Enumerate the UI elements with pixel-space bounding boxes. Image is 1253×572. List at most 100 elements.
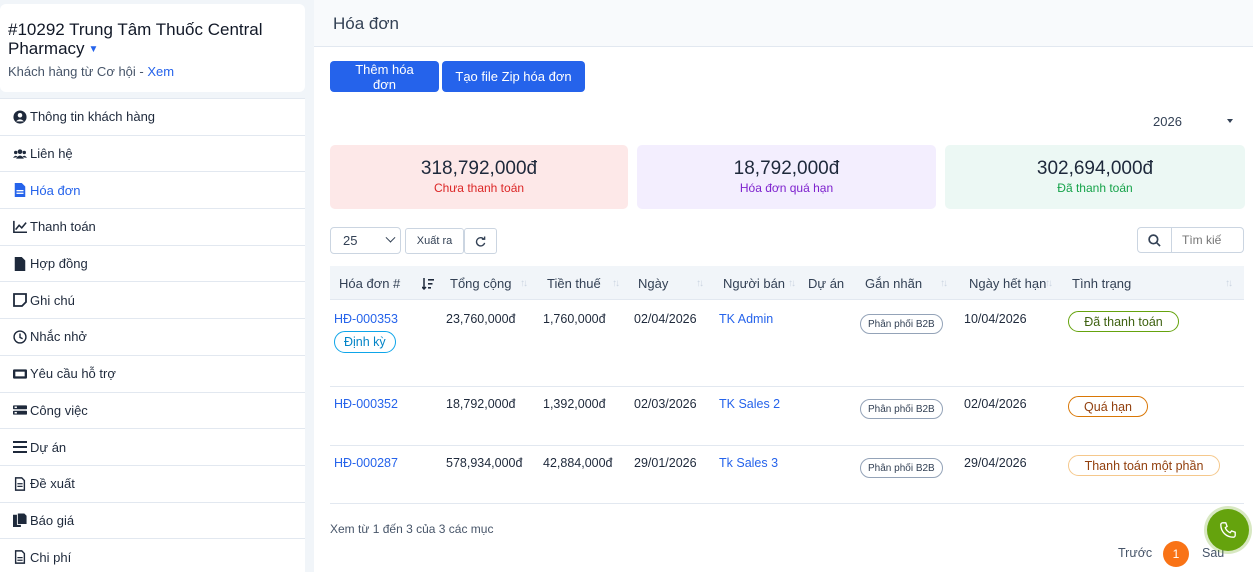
customer-card: #10292 Trung Tâm Thuốc Central Pharmacy ▼… <box>0 4 305 92</box>
table-row: HĐ-000353 Định kỳ 23,760,000đ 1,760,000đ… <box>330 301 1244 387</box>
pagination-page-1[interactable]: 1 <box>1163 541 1189 567</box>
view-lead-link[interactable]: Xem <box>147 64 174 79</box>
invoice-due-date: 29/04/2026 <box>964 456 1027 470</box>
file-invoice-icon <box>12 182 28 198</box>
sort-icon[interactable]: ↑↓ <box>1045 278 1053 289</box>
year-select[interactable]: 2026 <box>1153 114 1233 129</box>
year-value: 2026 <box>1153 114 1182 129</box>
stat-unpaid-label: Chưa thanh toán <box>433 181 525 195</box>
stat-unpaid: 318,792,000đ Chưa thanh toán <box>330 145 628 209</box>
invoice-due-date: 10/04/2026 <box>964 312 1027 326</box>
tag-badge: Phân phối B2B <box>860 458 943 478</box>
invoice-due-date: 02/04/2026 <box>964 397 1027 411</box>
export-button[interactable]: Xuất ra <box>405 228 464 254</box>
customer-title-text: #10292 Trung Tâm Thuốc Central Pharmacy <box>8 20 263 58</box>
sidebar-item-label: Ghi chú <box>30 292 75 308</box>
page-title: Hóa đơn <box>314 0 1253 47</box>
sidebar-item-payments[interactable]: Thanh toán <box>0 209 305 246</box>
sidebar-item-label: Công việc <box>30 402 88 418</box>
sidebar-item-label: Chi phí <box>30 549 72 565</box>
zip-invoices-button[interactable]: Tạo file Zip hóa đơn <box>442 61 585 92</box>
invoice-number-link[interactable]: HĐ-000287 <box>334 456 398 470</box>
stat-overdue-label: Hóa đơn quá hạn <box>739 181 834 195</box>
chevron-down-icon <box>385 232 396 243</box>
col-invoice-number[interactable]: Hóa đơn # <box>339 276 400 291</box>
sidebar-item-estimates[interactable]: Báo giá <box>0 503 305 540</box>
file-icon <box>12 256 28 272</box>
col-due-date[interactable]: Ngày hết hạn <box>969 276 1046 291</box>
customer-subtitle-text: Khách hàng từ Cơ hội - <box>8 64 148 80</box>
pagination-prev[interactable]: Trước <box>1118 546 1152 560</box>
sort-icon[interactable]: ↑↓ <box>520 278 528 289</box>
sidebar-item-label: Hóa đơn <box>30 182 81 198</box>
seller-link[interactable]: TK Admin <box>719 312 773 326</box>
sort-icon[interactable]: ↑↓ <box>696 278 704 289</box>
sidebar-item-label: Dự án <box>30 439 67 455</box>
sidebar-item-reminders[interactable]: Nhắc nhở <box>0 319 305 356</box>
tag-badge: Phân phối B2B <box>860 314 943 334</box>
invoice-tax: 1,392,000đ <box>543 397 606 411</box>
sidebar-item-tickets[interactable]: Yêu cầu hỗ trợ <box>0 356 305 393</box>
col-project[interactable]: Dự án <box>808 276 844 291</box>
table-info: Xem từ 1 đến 3 của 3 các mục <box>330 522 494 536</box>
clock-icon <box>12 329 28 345</box>
stat-overdue-value: 18,792,000đ <box>733 158 840 179</box>
col-date[interactable]: Ngày <box>638 276 668 291</box>
invoice-total: 18,792,000đ <box>446 397 516 411</box>
sidebar-item-label: Thanh toán <box>30 219 96 235</box>
sort-icon[interactable]: ↑↓ <box>788 278 796 289</box>
sidebar-item-contacts[interactable]: Liên hệ <box>0 136 305 173</box>
file-lines-icon <box>12 549 28 565</box>
col-tags[interactable]: Gắn nhãn <box>865 276 922 291</box>
call-button[interactable] <box>1207 509 1249 551</box>
sidebar-item-projects[interactable]: Dự án <box>0 429 305 466</box>
sidebar-item-expenses[interactable]: Chi phí <box>0 539 305 572</box>
stat-overdue: 18,792,000đ Hóa đơn quá hạn <box>637 145 936 209</box>
status-badge: Đã thanh toán <box>1068 311 1179 332</box>
sort-icon[interactable]: ↑↓ <box>1225 278 1233 289</box>
invoice-date: 29/01/2026 <box>634 456 697 470</box>
seller-link[interactable]: Tk Sales 3 <box>719 456 778 470</box>
sort-icon[interactable]: ↑↓ <box>940 278 948 289</box>
col-status[interactable]: Tình trạng <box>1072 276 1131 291</box>
page-length-select[interactable]: 25 <box>330 227 401 254</box>
invoice-date: 02/03/2026 <box>634 397 697 411</box>
customer-title[interactable]: #10292 Trung Tâm Thuốc Central Pharmacy ▼ <box>8 20 297 59</box>
sidebar-item-proposals[interactable]: Đề xuất <box>0 466 305 503</box>
refresh-button[interactable] <box>464 228 497 254</box>
refresh-icon <box>475 235 486 247</box>
caret-down-icon[interactable]: ▼ <box>89 44 99 55</box>
sidebar-item-invoices[interactable]: Hóa đơn <box>0 172 305 210</box>
invoice-tax: 1,760,000đ <box>543 312 606 326</box>
tag-badge: Phân phối B2B <box>860 399 943 419</box>
invoice-number-link[interactable]: HĐ-000352 <box>334 397 398 411</box>
invoice-number-link[interactable]: HĐ-000353 <box>334 312 398 326</box>
table-header: Hóa đơn # Tổng cộng ↑↓ Tiền thuế ↑↓ Ngày… <box>330 266 1244 300</box>
invoice-date: 02/04/2026 <box>634 312 697 326</box>
col-seller[interactable]: Người bán <box>723 276 785 291</box>
col-tax[interactable]: Tiền thuế <box>547 276 601 291</box>
col-total[interactable]: Tổng cộng <box>450 276 511 291</box>
stat-paid-label: Đã thanh toán <box>1057 181 1133 195</box>
sidebar-item-profile[interactable]: Thông tin khách hàng <box>0 99 305 136</box>
search-input[interactable] <box>1172 227 1244 253</box>
sidebar-item-tasks[interactable]: Công việc <box>0 393 305 430</box>
sidebar-item-contracts[interactable]: Hợp đồng <box>0 246 305 283</box>
sidebar-item-label: Liên hệ <box>30 146 73 162</box>
table-row: HĐ-000352 18,792,000đ 1,392,000đ 02/03/2… <box>330 387 1244 446</box>
search-button[interactable] <box>1137 227 1172 253</box>
note-icon <box>12 292 28 308</box>
copy-icon <box>12 512 28 528</box>
invoices-panel: Hóa đơn Thêm hóa đơn Tạo file Zip hóa đơ… <box>314 0 1253 572</box>
file-text-icon <box>12 476 28 492</box>
sidebar-item-notes[interactable]: Ghi chú <box>0 282 305 320</box>
tasks-icon <box>12 402 28 418</box>
sort-desc-icon[interactable] <box>422 278 434 290</box>
sort-icon[interactable]: ↑↓ <box>612 278 620 289</box>
add-invoice-button[interactable]: Thêm hóa đơn <box>330 61 439 92</box>
search-icon <box>1148 233 1161 247</box>
table-row: HĐ-000287 578,934,000đ 42,884,000đ 29/01… <box>330 446 1244 504</box>
stat-paid-value: 302,694,000đ <box>1036 158 1154 179</box>
seller-link[interactable]: TK Sales 2 <box>719 397 780 411</box>
invoice-tax: 42,884,000đ <box>543 456 613 470</box>
